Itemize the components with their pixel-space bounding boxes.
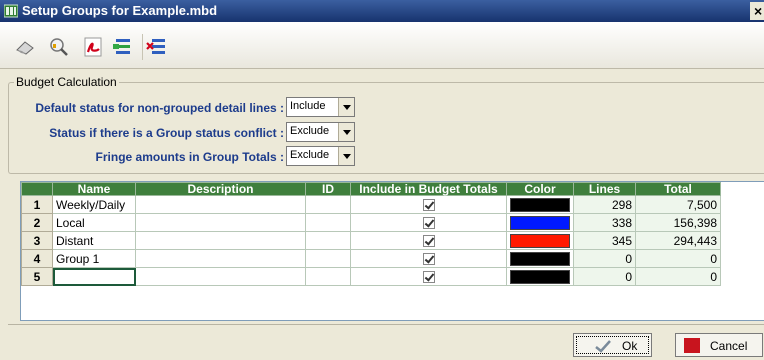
lines-cell: 0	[573, 267, 636, 286]
lines-cell: 298	[573, 195, 636, 214]
color-swatch[interactable]	[510, 251, 570, 266]
description-cell[interactable]	[135, 231, 306, 250]
column-header-description[interactable]: Description	[135, 182, 306, 196]
color-cell[interactable]	[506, 267, 574, 286]
total-cell: 0	[635, 249, 721, 268]
footer-divider	[8, 324, 764, 325]
color-cell[interactable]	[506, 213, 574, 232]
color-swatch[interactable]	[510, 233, 570, 248]
column-header-lines[interactable]: Lines	[573, 182, 636, 196]
row-number[interactable]: 2	[21, 213, 53, 232]
table-row[interactable]: 1 Weekly/Daily 298 7,500	[21, 195, 721, 214]
name-cell[interactable]: Distant	[52, 231, 136, 250]
description-cell[interactable]	[135, 249, 306, 268]
column-header-total[interactable]: Total	[635, 182, 721, 196]
color-swatch[interactable]	[510, 197, 570, 212]
column-header-id[interactable]: ID	[305, 182, 351, 196]
groups-grid: Name Description ID Include in Budget To…	[20, 181, 764, 321]
name-cell[interactable]: Weekly/Daily	[52, 195, 136, 214]
title-bar: Setup Groups for Example.mbd ×	[0, 0, 764, 22]
chevron-down-icon[interactable]	[338, 98, 354, 116]
toolbar-separator	[142, 34, 143, 60]
table-row[interactable]: 4 Group 1 0 0	[21, 249, 721, 268]
group-conflict-select[interactable]: Exclude	[286, 122, 355, 142]
lines-cell: 338	[573, 213, 636, 232]
groups-table: Name Description ID Include in Budget To…	[21, 182, 721, 286]
description-cell[interactable]	[135, 267, 306, 286]
color-cell[interactable]	[506, 249, 574, 268]
include-cell[interactable]	[350, 249, 507, 268]
include-cell[interactable]	[350, 267, 507, 286]
include-cell[interactable]	[350, 213, 507, 232]
cancel-button[interactable]: Cancel	[675, 333, 763, 357]
eraser-icon[interactable]	[14, 36, 36, 58]
total-cell: 0	[635, 267, 721, 286]
color-cell[interactable]	[506, 231, 574, 250]
add-group-icon[interactable]	[112, 36, 134, 58]
table-row[interactable]: 3 Distant 345 294,443	[21, 231, 721, 250]
row-number[interactable]: 4	[21, 249, 53, 268]
include-checkbox[interactable]	[422, 217, 435, 230]
id-cell[interactable]	[305, 267, 351, 286]
lines-cell: 345	[573, 231, 636, 250]
toolbar	[0, 22, 764, 69]
cancel-icon	[684, 338, 700, 353]
row-number-header	[21, 182, 53, 196]
search-icon[interactable]	[48, 36, 70, 58]
ok-button[interactable]: Ok	[573, 333, 652, 357]
id-cell[interactable]	[305, 231, 351, 250]
column-header-name[interactable]: Name	[52, 182, 136, 196]
include-checkbox[interactable]	[422, 199, 435, 212]
default-status-select[interactable]: Include	[286, 97, 355, 117]
row-number[interactable]: 3	[21, 231, 53, 250]
fringe-amounts-value: Exclude	[290, 149, 330, 161]
color-cell[interactable]	[506, 195, 574, 214]
total-cell: 156,398	[635, 213, 721, 232]
checkmark-icon	[595, 340, 611, 353]
total-cell: 7,500	[635, 195, 721, 214]
default-status-label: Default status for non-grouped detail li…	[35, 101, 284, 115]
table-header-row: Name Description ID Include in Budget To…	[21, 182, 721, 196]
include-cell[interactable]	[350, 195, 507, 214]
cancel-label: Cancel	[710, 339, 748, 353]
row-number[interactable]: 5	[21, 267, 53, 286]
id-cell[interactable]	[305, 195, 351, 214]
default-status-value: Include	[290, 100, 326, 112]
description-cell[interactable]	[135, 213, 306, 232]
color-swatch[interactable]	[510, 269, 570, 284]
include-checkbox[interactable]	[422, 253, 435, 266]
budget-calculation-legend: Budget Calculation	[14, 75, 119, 89]
setup-groups-window: Setup Groups for Example.mbd × Budget Ca…	[0, 0, 764, 360]
lines-cell: 0	[573, 249, 636, 268]
include-checkbox[interactable]	[422, 235, 435, 248]
id-cell[interactable]	[305, 249, 351, 268]
row-number[interactable]: 1	[21, 195, 53, 214]
chevron-down-icon[interactable]	[338, 147, 354, 165]
close-button[interactable]: ×	[750, 2, 764, 20]
delete-group-icon[interactable]	[146, 36, 168, 58]
name-cell-editing[interactable]	[52, 267, 136, 286]
app-icon	[4, 4, 18, 18]
color-swatch[interactable]	[510, 215, 570, 230]
window-title: Setup Groups for Example.mbd	[22, 3, 218, 18]
name-cell[interactable]: Group 1	[52, 249, 136, 268]
column-header-color[interactable]: Color	[506, 182, 574, 196]
column-header-include[interactable]: Include in Budget Totals	[350, 182, 507, 196]
pdf-icon[interactable]	[82, 36, 104, 58]
fringe-amounts-select[interactable]: Exclude	[286, 146, 355, 166]
total-cell: 294,443	[635, 231, 721, 250]
ok-label: Ok	[622, 339, 638, 353]
include-cell[interactable]	[350, 231, 507, 250]
table-row[interactable]: 2 Local 338 156,398	[21, 213, 721, 232]
chevron-down-icon[interactable]	[338, 123, 354, 141]
include-checkbox[interactable]	[422, 271, 435, 284]
description-cell[interactable]	[135, 195, 306, 214]
table-row[interactable]: 5 0 0	[21, 267, 721, 286]
group-conflict-label: Status if there is a Group status confli…	[49, 126, 284, 140]
id-cell[interactable]	[305, 213, 351, 232]
group-conflict-value: Exclude	[290, 125, 330, 137]
fringe-amounts-label: Fringe amounts in Group Totals :	[95, 150, 284, 164]
name-cell[interactable]: Local	[52, 213, 136, 232]
